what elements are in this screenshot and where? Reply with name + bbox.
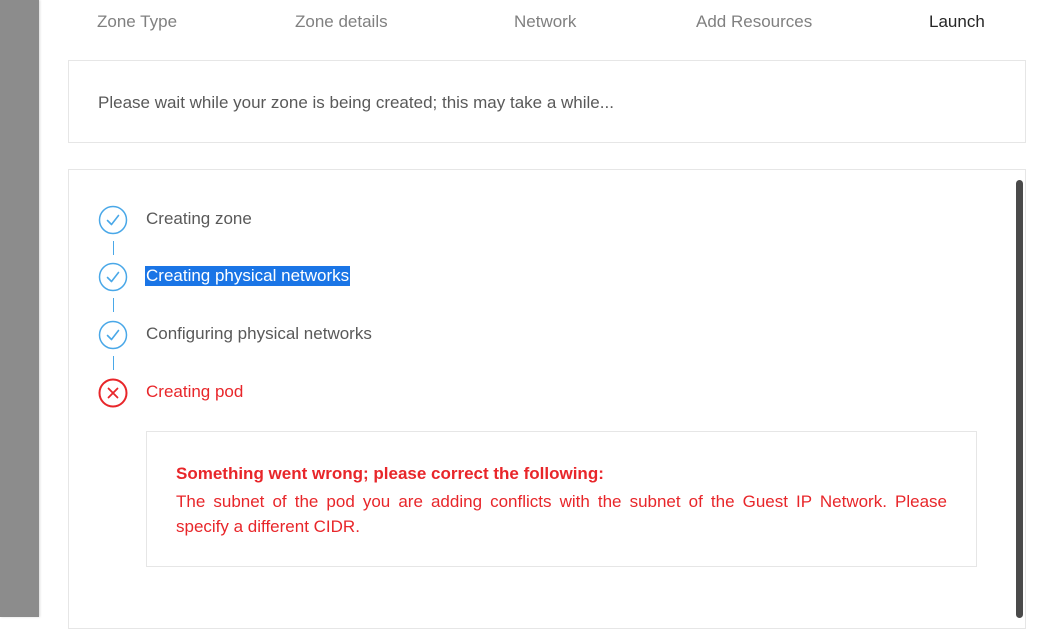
error-message: The subnet of the pod you are adding con… bbox=[176, 492, 947, 536]
task-connector bbox=[113, 298, 114, 312]
task-label: Configuring physical networks bbox=[146, 324, 372, 343]
wizard-steps: Zone Type Zone details Network Add Resou… bbox=[39, 0, 1056, 46]
error-title: Something went wrong; please correct the… bbox=[176, 464, 604, 483]
check-circle-icon bbox=[98, 205, 128, 235]
close-circle-icon bbox=[98, 378, 128, 408]
step-zone-details[interactable]: Zone details bbox=[295, 12, 388, 32]
step-zone-type[interactable]: Zone Type bbox=[97, 12, 177, 32]
launch-progress-panel: Creating zone Creating physical networks… bbox=[68, 169, 1026, 629]
task-connector bbox=[113, 241, 114, 255]
wait-message: Please wait while your zone is being cre… bbox=[98, 93, 614, 112]
task-label: Creating zone bbox=[146, 209, 252, 228]
modal-backdrop bbox=[0, 0, 39, 617]
wait-notice: Please wait while your zone is being cre… bbox=[68, 60, 1026, 143]
task-label: Creating physical networks bbox=[145, 266, 351, 286]
step-add-resources[interactable]: Add Resources bbox=[696, 12, 812, 32]
task-connector bbox=[113, 356, 114, 370]
scrollbar-track[interactable] bbox=[1014, 170, 1025, 628]
error-alert: Something went wrong; please correct the… bbox=[146, 431, 977, 567]
check-circle-icon bbox=[98, 320, 128, 350]
scrollbar-thumb[interactable] bbox=[1016, 180, 1023, 618]
task-label: Creating pod bbox=[146, 382, 244, 401]
step-launch[interactable]: Launch bbox=[929, 12, 985, 32]
step-network[interactable]: Network bbox=[514, 12, 576, 32]
check-circle-icon bbox=[98, 262, 128, 292]
